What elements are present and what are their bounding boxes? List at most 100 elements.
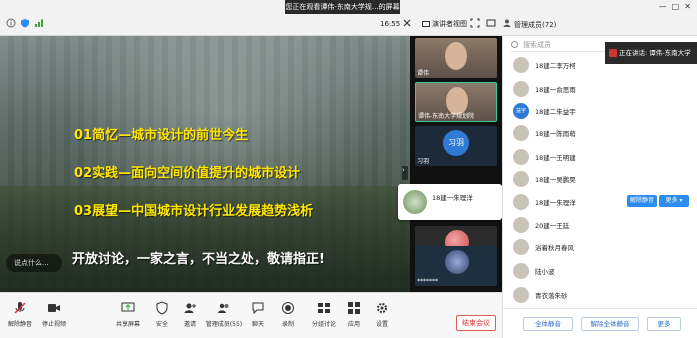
tile-name: ******* [417,278,438,285]
tile-name: 谭伟 [417,70,430,77]
add-person-icon [184,303,196,313]
participants-panel: 搜索成员 18建二李万柯 18建一俞思雨 益宇 18建二朱益宇 18建一陈雨萌 1… [502,36,697,338]
settings-button[interactable]: 设置 [362,301,402,328]
participant-name: 18建二李万柯 [535,62,576,70]
chat-icon [252,302,264,315]
avatar [513,149,529,165]
speaker-icon [609,49,617,57]
participant-name: 18建一王明建 [535,154,576,162]
meeting-time: 16:55 [380,20,401,28]
slide-item-3: 03展望—中国城市设计行业发展趋势浅析 [74,204,314,219]
signal-icon[interactable] [34,18,44,28]
collapse-arrow-icon[interactable]: › [402,166,408,180]
participant-name: 18建一吴鹏昊 [535,176,576,184]
speaker-view-toggle[interactable]: 演讲者视图 [422,19,467,29]
top-bar: 您正在观看谭伟-东南大学规...的屏幕 16:55 演讲者视图 管理成员(72)… [0,0,697,36]
avatar [403,190,427,214]
avatar [513,171,529,187]
participant-row[interactable]: 18建一陈雨萌 [511,122,691,142]
avatar [513,239,529,255]
gear-icon [377,303,387,313]
participants-panel-title: 管理成员(72) [514,21,557,29]
settings-label: 设置 [375,321,388,328]
avatar: 习羽 [443,130,469,156]
participant-row[interactable]: 18建一俞思雨 [511,78,691,98]
breakout-rooms-icon [318,303,330,313]
video-tile-active[interactable]: 谭伟-东南大学规划院 [415,82,497,122]
participant-name: 青衣落朱砂 [535,292,568,300]
avatar [513,81,529,97]
participant-row[interactable]: 18建一王明建 [511,146,691,166]
slide-item-2: 02实践—面向空间价值提升的城市设计 [74,166,301,181]
participant-video [445,42,467,70]
active-speaker-tooltip: 正在讲话: 谭伟-东南大学 [605,42,697,64]
participant-name: 18建一俞思雨 [535,86,576,94]
record-button[interactable]: 录制 [268,301,308,328]
participant-row[interactable]: 浴着秋月春风 [511,236,691,256]
unmute-participant-button[interactable]: 解除静音 [627,195,657,207]
avatar [513,125,529,141]
video-tile[interactable]: 习羽 习羽 [415,126,497,166]
slide-item-1: 01简忆—城市设计的前世今生 [74,128,249,143]
avatar [513,287,529,303]
video-tile[interactable]: 谭伟 [415,38,497,78]
people-icon [218,303,229,313]
meeting-toolbar: 解除静音 停止视频 共享屏幕 安全 邀请 管理成员(55) 聊天 录制 分组讨论… [0,292,502,338]
participant-name: 18建一陈雨萌 [535,130,576,138]
info-icon[interactable] [6,18,16,28]
fullscreen-icon[interactable] [470,18,480,28]
unmute-all-button[interactable]: 解除全体静音 [581,317,639,331]
tile-name: 谭伟-东南大学规划院 [418,113,475,120]
apps-icon [348,302,360,314]
screen-share-banner: 您正在观看谭伟-东南大学规...的屏幕 [285,0,400,14]
close-share-icon[interactable] [402,18,412,28]
pip-icon[interactable] [486,18,496,28]
end-meeting-button[interactable]: 结束会议 [456,315,496,331]
more-button[interactable]: 更多 [647,317,681,331]
participant-name: 18建二朱益宇 [535,108,576,116]
participant-name: 20建一王廷 [535,222,570,230]
participant-row[interactable]: 陆小波 [511,260,691,280]
shield-icon [156,301,168,315]
video-camera-icon [48,304,60,312]
active-speaker-text: 正在讲话: 谭伟-东南大学 [619,49,691,57]
grid-icon [422,21,430,27]
avatar [445,250,469,274]
comment-input[interactable]: 说点什么... [6,254,62,272]
participant-row[interactable]: 20建一王廷 [511,214,691,234]
panel-footer: 全体静音 解除全体静音 更多 [503,308,697,338]
speaker-view-label: 演讲者视图 [432,20,467,28]
window-controls[interactable]: — □ ✕ [659,2,691,11]
more-options-button[interactable]: 更多 ▾ [659,195,689,207]
participant-name: 浴着秋月春风 [535,244,574,252]
participant-popover[interactable]: 18建一朱理洋 [398,184,502,220]
slide-footer-text: 开放讨论，一家之言，不当之处，敬请指正! [72,252,325,267]
stop-video-label: 停止视频 [41,321,66,328]
avatar: 益宇 [513,103,529,119]
person-icon [503,19,511,27]
meeting-window: 您正在观看谭伟-东南大学规...的屏幕 16:55 演讲者视图 管理成员(72)… [0,0,697,338]
mic-muted-icon [14,302,26,314]
search-icon [511,41,518,48]
participant-name: 18建一朱理洋 [535,199,576,207]
shared-screen: 01简忆—城市设计的前世今生 02实践—面向空间价值提升的城市设计 03展望—中… [0,36,410,292]
video-strip: 谭伟 谭伟-东南大学规划院 习羽 习羽 ******* [410,36,502,292]
record-icon [282,302,294,314]
shield-icon[interactable] [20,18,30,28]
avatar [513,57,529,73]
record-label: 录制 [281,321,294,328]
mute-all-button[interactable]: 全体静音 [523,317,573,331]
participant-name: 陆小波 [535,268,555,276]
video-tile[interactable]: ******* [415,246,497,286]
search-placeholder: 搜索成员 [523,41,551,49]
avatar [513,263,529,279]
avatar [513,194,529,210]
avatar [513,217,529,233]
participant-row[interactable]: 青衣落朱砂 [511,284,691,304]
popover-name: 18建一朱理洋 [432,194,473,202]
share-screen-icon [121,302,135,312]
tile-name: 习羽 [417,158,430,165]
stop-video-button[interactable]: 停止视频 [34,301,74,328]
participant-row[interactable]: 益宇 18建二朱益宇 [511,100,691,120]
participant-row[interactable]: 18建一吴鹏昊 [511,168,691,188]
